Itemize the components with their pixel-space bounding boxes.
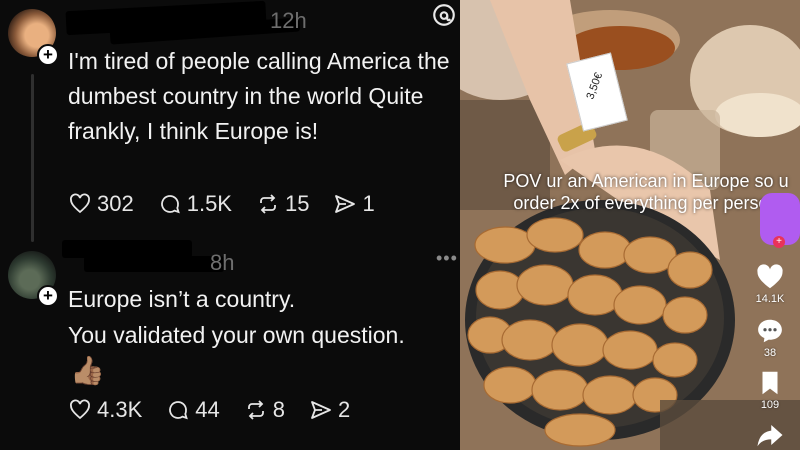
- reply-button[interactable]: 44: [166, 397, 220, 423]
- thumbs-up-emoji: 👍🏽: [70, 355, 105, 386]
- more-options-icon[interactable]: •••: [436, 248, 458, 269]
- like-button[interactable]: 302: [68, 191, 134, 217]
- follow-plus-icon[interactable]: +: [37, 44, 59, 66]
- tiktok-video-still[interactable]: 3,50€ POV ur an American in Europe so u …: [460, 0, 800, 450]
- save-count: 109: [760, 399, 780, 411]
- food-scene-image: [460, 0, 800, 450]
- repost-count: 15: [284, 191, 310, 216]
- thread-connector-line: [31, 74, 34, 242]
- post-text: Europe isn’t a country.: [68, 286, 296, 312]
- like-count: 302: [97, 191, 134, 216]
- reply-count: 44: [195, 397, 220, 422]
- reply-button[interactable]: 1.5K: [158, 191, 232, 217]
- comment-count: 38: [763, 347, 777, 359]
- share-button[interactable]: [753, 420, 787, 450]
- share-icon: [311, 401, 331, 419]
- repost-icon: [260, 194, 276, 214]
- threads-logo-icon[interactable]: [431, 2, 457, 28]
- reply-count: 1.5K: [186, 191, 232, 216]
- like-button[interactable]: 4.3K: [68, 397, 142, 423]
- post-actions: 4.3K 44 8 2: [68, 397, 374, 423]
- video-caption: POV ur an American in Europe so u order …: [503, 171, 789, 213]
- post-actions: 302 1.5K 15 1: [68, 191, 399, 217]
- follow-plus-icon[interactable]: +: [37, 285, 59, 307]
- post-timestamp: 8h: [210, 250, 235, 275]
- share-count: 1: [362, 191, 375, 216]
- comment-icon: [169, 401, 189, 420]
- share-icon: [335, 195, 356, 213]
- comment-button[interactable]: 38: [753, 316, 787, 359]
- heart-icon: [757, 264, 783, 289]
- redacted-username: [84, 256, 224, 272]
- share-button[interactable]: 1: [333, 191, 375, 217]
- like-count: 14.1K: [755, 293, 785, 305]
- post-text: I'm tired of people calling America the …: [68, 48, 450, 144]
- comment-icon: [160, 195, 180, 214]
- share-button[interactable]: 2: [309, 397, 350, 423]
- heart-icon: [70, 193, 90, 214]
- repost-button[interactable]: 15: [256, 191, 309, 217]
- repost-button[interactable]: 8: [244, 397, 285, 423]
- repost-count: 8: [272, 397, 285, 422]
- share-count: 2: [338, 397, 351, 422]
- post-timestamp: 12h: [270, 8, 307, 33]
- like-count: 4.3K: [97, 397, 143, 422]
- tiktok-share-icon: [757, 425, 783, 447]
- threads-screenshot: + 12h I'm tired of people calling Americ…: [0, 0, 460, 450]
- post-text: You validated your own question.: [68, 322, 405, 348]
- like-button[interactable]: 14.1K: [753, 262, 787, 305]
- heart-icon: [70, 399, 90, 420]
- save-button[interactable]: 109: [753, 368, 787, 411]
- follow-plus-icon[interactable]: +: [773, 236, 785, 248]
- repost-icon: [247, 400, 264, 420]
- comment-icon: [758, 319, 782, 343]
- bookmark-icon: [762, 371, 778, 395]
